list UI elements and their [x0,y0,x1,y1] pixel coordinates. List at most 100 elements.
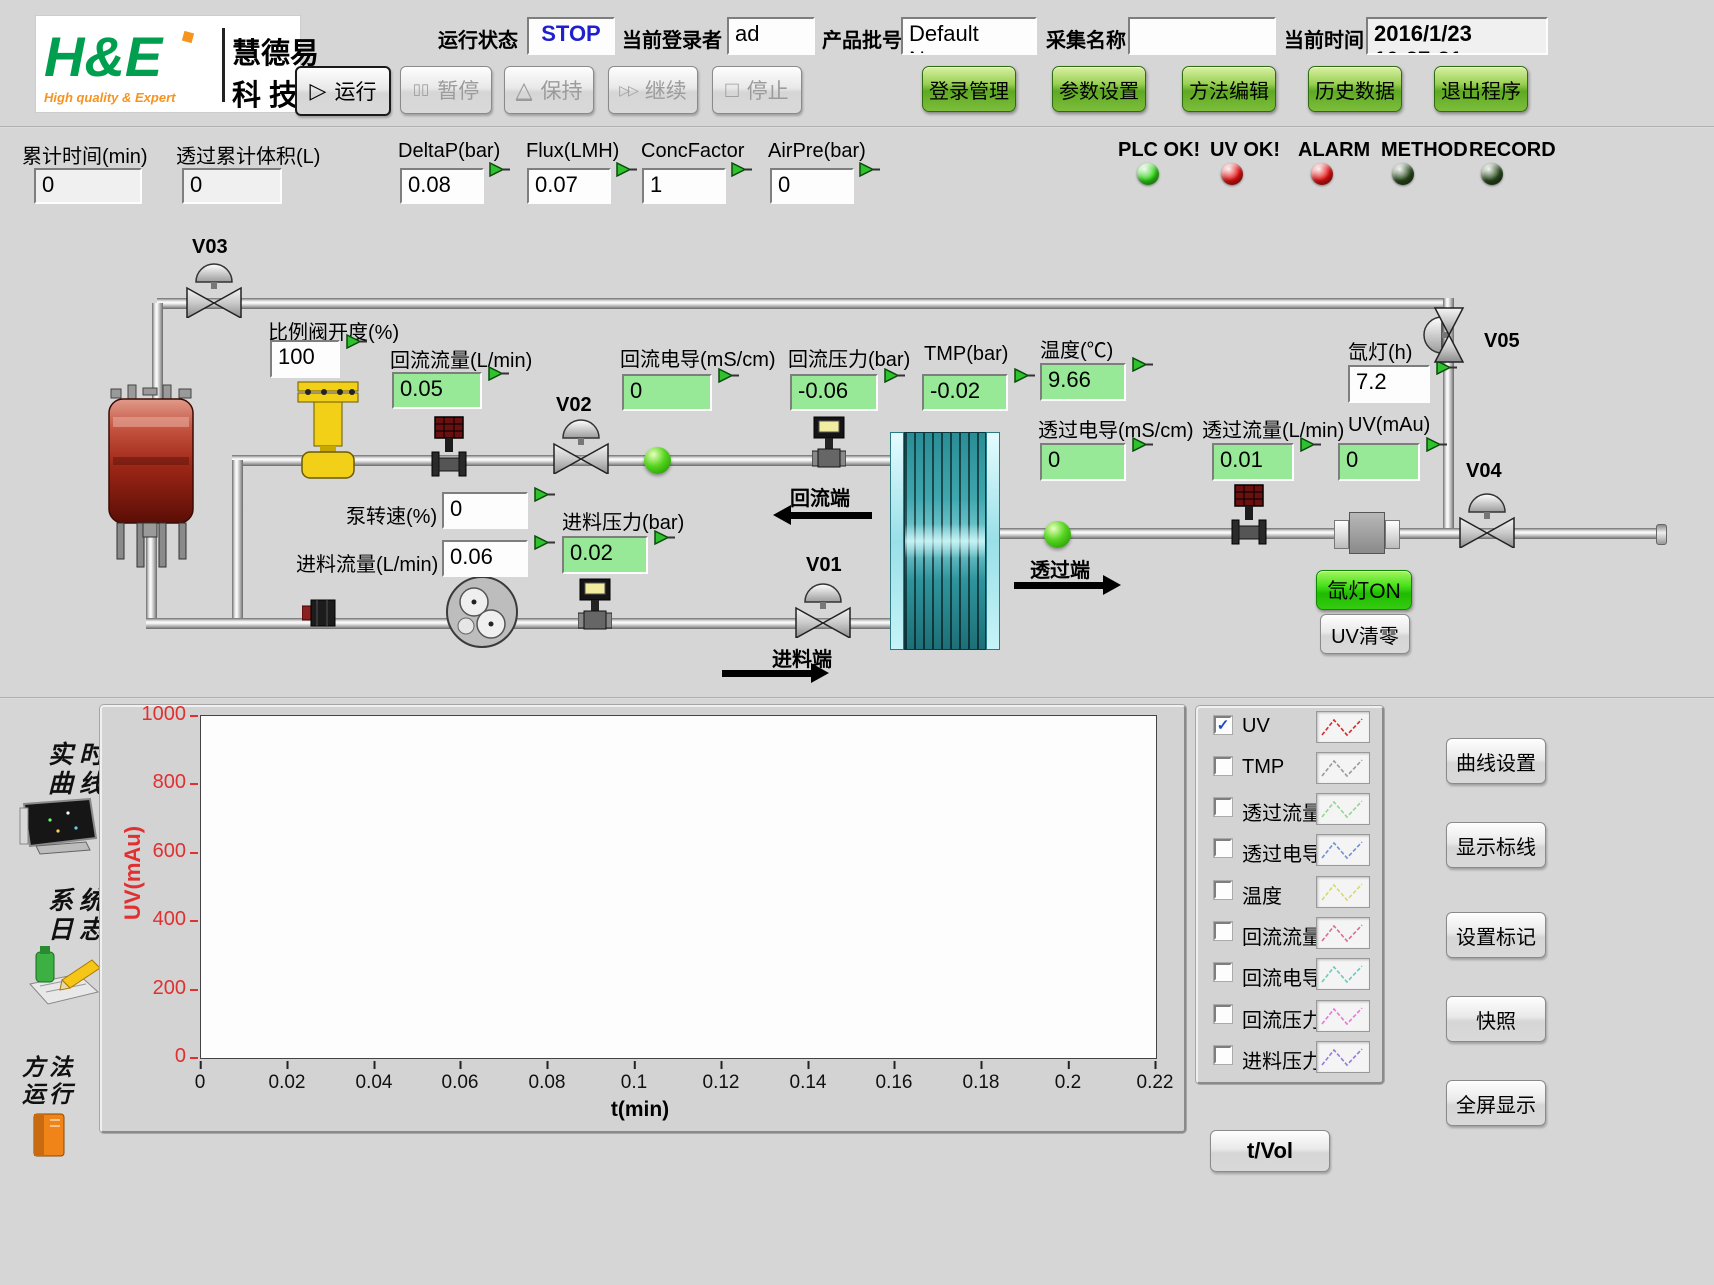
legend-label-tmp: TMP [1242,756,1284,779]
valve-v03[interactable] [185,260,243,318]
perm-flow-display: 0.01 [1212,443,1294,481]
x-tick-3: 0.06 [442,1072,479,1094]
reflux-drop-pipe [232,460,243,628]
valve-v05[interactable] [1420,306,1478,364]
x-tick-5: 0.1 [621,1072,647,1094]
set-marks-button[interactable]: 设置标记 [1446,912,1546,958]
run-state-display: STOP [527,17,615,55]
feed-tank [103,383,199,575]
filter-module [904,432,986,650]
reflux-cond-display: 0 [622,374,712,411]
reflux-cond-flag-icon [718,368,740,383]
flux-label: Flux(LMH) [526,140,619,163]
feed-flow-input[interactable]: 0.06 [442,540,528,577]
show-markers-button[interactable]: 显示标线 [1446,822,1546,868]
reflux-flow-display: 0.05 [392,372,482,409]
plc-ok-led [1137,163,1159,185]
current-user-input[interactable]: ad [727,17,815,55]
feed-flow-flag-icon [534,535,556,550]
x-tick-11: 0.22 [1137,1072,1174,1094]
system-log-icon[interactable] [22,944,106,1008]
reflux-flow-flag-icon [488,366,510,381]
perm-flow-flag-icon [1300,437,1322,452]
legend-checkbox-tmp[interactable] [1214,757,1232,775]
monitor-icon[interactable] [16,798,104,856]
reflux-press-display: -0.06 [790,374,878,411]
feed-press-display: 0.02 [562,536,648,574]
legend-checkbox-reflux-flow[interactable] [1214,922,1232,940]
reflux-line-indicator-ball [644,447,671,474]
valve-v04[interactable] [1458,490,1516,548]
legend-sample-uv [1316,711,1370,743]
flux-flag-icon [616,162,638,177]
legend-checkbox-perm-cond[interactable] [1214,839,1232,857]
deltap-display: 0.08 [400,168,484,204]
uv-zero-button[interactable]: UV清零 [1320,614,1410,654]
x-tick-1: 0.02 [269,1072,306,1094]
valve-v01[interactable] [794,580,852,638]
pause-button[interactable]: ▯▯ 暂停 [400,66,492,114]
reflux-cond-label: 回流电导(mS/cm) [620,343,776,372]
legend-checkbox-reflux-cond[interactable] [1214,963,1232,981]
exit-button[interactable]: 退出程序 [1434,66,1528,112]
legend-checkbox-feed-press[interactable] [1214,1046,1232,1064]
run-state-label: 运行状态 [438,24,518,53]
permeate-port-label: 透过端 [1030,554,1090,583]
continue-button[interactable]: ▷▷ 继续 [608,66,698,114]
return-port-label: 回流端 [790,482,850,511]
feed-flow-arrow [722,670,812,677]
valve-v02[interactable] [552,416,610,474]
proportional-valve[interactable] [296,380,360,480]
method-run-icon[interactable] [26,1110,72,1162]
prop-valve-input[interactable]: 100 [270,340,340,378]
y-tick-1000: 1000 [130,703,186,726]
deltap-label: DeltaP(bar) [398,140,500,163]
play-icon: ▷ [310,80,327,102]
tmp-flag-icon [1014,368,1036,383]
history-data-button[interactable]: 历史数据 [1308,66,1402,112]
legend-label-uv: UV [1242,715,1270,738]
alarm-label: ALARM [1298,139,1370,162]
hold-button[interactable]: △ 保持 [504,66,594,114]
curve-settings-button[interactable]: 曲线设置 [1446,738,1546,784]
total-time-label: 累计时间(min) [22,140,148,169]
xenon-lamp-button[interactable]: 氙灯ON [1316,570,1412,610]
airpre-label: AirPre(bar) [768,140,866,163]
legend-checkbox-temp[interactable] [1214,881,1232,899]
perm-total-volume-display: 0 [182,168,282,204]
y-tick-400: 400 [130,908,186,931]
x-tick-7: 0.14 [790,1072,827,1094]
stop-button[interactable]: □ 停止 [712,66,802,114]
collect-name-input[interactable] [1128,17,1276,55]
feed-pressure-sensor [578,578,612,640]
legend-sample-tmp [1316,752,1370,784]
legend-label-reflux-flow: 回流流量 [1242,921,1322,950]
feed-press-flag-icon [654,530,676,545]
run-button[interactable]: ▷ 运行 [295,66,391,116]
legend-sample-feed-press [1316,1041,1370,1073]
tmp-label: TMP(bar) [924,343,1008,366]
method-edit-button[interactable]: 方法编辑 [1182,66,1276,112]
perm-cond-flag-icon [1132,437,1154,452]
param-settings-button[interactable]: 参数设置 [1052,66,1146,112]
pump-speed-input[interactable]: 0 [442,492,528,529]
xenon-hours-label: 氙灯(h) [1348,336,1412,365]
x-tick-9: 0.18 [963,1072,1000,1094]
fullscreen-button[interactable]: 全屏显示 [1446,1080,1546,1126]
return-flow-arrow [790,512,872,519]
perm-total-volume-label: 透过累计体积(L) [176,140,320,169]
feed-flow-label: 进料流量(L/min) [296,548,438,577]
valve-v03-label: V03 [192,236,228,259]
legend-checkbox-uv[interactable]: ✓ [1214,716,1232,734]
t-vol-toggle-button[interactable]: t/Vol [1210,1130,1330,1172]
x-tick-10: 0.2 [1055,1072,1081,1094]
prop-valve-flag-icon [346,334,368,349]
login-manage-button[interactable]: 登录管理 [922,66,1016,112]
snapshot-button[interactable]: 快照 [1446,996,1546,1042]
batch-label: 产品批号 [822,24,902,53]
top-return-pipe [157,298,1453,309]
sidebar-item-method-run[interactable]: 方法运行 [22,1054,76,1108]
batch-input[interactable]: Default Name [901,17,1037,55]
legend-checkbox-perm-flow[interactable] [1214,798,1232,816]
legend-checkbox-reflux-press[interactable] [1214,1005,1232,1023]
